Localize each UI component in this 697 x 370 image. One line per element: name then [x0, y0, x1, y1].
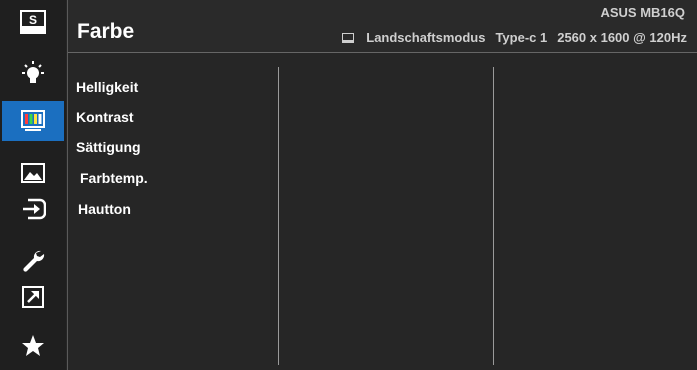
svg-text:S: S	[29, 13, 37, 27]
menu-item-kontrast[interactable]: Kontrast	[76, 109, 134, 125]
sidebar: S	[0, 0, 66, 370]
sidebar-item-my-favorite[interactable]	[2, 326, 64, 366]
header: Farbe ASUS MB16Q Landschaftsmodus Type-c…	[68, 0, 697, 52]
menu-item-hautton[interactable]: Hautton	[78, 201, 131, 217]
status-bar: Landschaftsmodus Type-c 1 2560 x 1600 @ …	[342, 30, 687, 45]
resolution: 2560 x 1600 @ 120Hz	[557, 30, 687, 45]
input-select-icon	[23, 198, 46, 220]
menu-item-farbtemp[interactable]: Farbtemp.	[80, 170, 148, 186]
color-icon	[21, 110, 45, 131]
sidebar-item-system-setup[interactable]	[2, 240, 64, 280]
column-divider-1	[278, 67, 279, 365]
splendid-icon: S	[20, 10, 46, 34]
sidebar-item-image[interactable]	[2, 153, 64, 193]
menu-panel: Helligkeit Kontrast Sättigung Farbtemp. …	[68, 53, 697, 370]
display-mode: Landschaftsmodus	[366, 30, 486, 45]
my-favorite-icon	[22, 335, 44, 356]
menu-item-helligkeit[interactable]: Helligkeit	[76, 79, 138, 95]
sidebar-item-input-select[interactable]	[2, 189, 64, 229]
menu-item-saettigung[interactable]: Sättigung	[76, 139, 141, 155]
landscape-mode-icon	[342, 32, 355, 43]
input-source: Type-c 1	[495, 30, 548, 45]
blue-light-filter-icon	[22, 61, 44, 83]
sidebar-item-blue-light-filter[interactable]	[2, 54, 64, 94]
image-icon	[21, 163, 45, 183]
page-title: Farbe	[77, 20, 135, 43]
system-setup-icon	[23, 250, 45, 272]
shortcut-icon	[22, 286, 44, 308]
sidebar-item-shortcut[interactable]	[2, 277, 64, 317]
sidebar-item-color[interactable]	[2, 101, 64, 141]
sidebar-item-splendid[interactable]: S	[2, 2, 64, 42]
column-divider-2	[493, 67, 494, 365]
osd-menu: S Farbe ASUS MB16Q Landschaftsmodus Type…	[0, 0, 697, 370]
model-name: ASUS MB16Q	[600, 5, 685, 20]
